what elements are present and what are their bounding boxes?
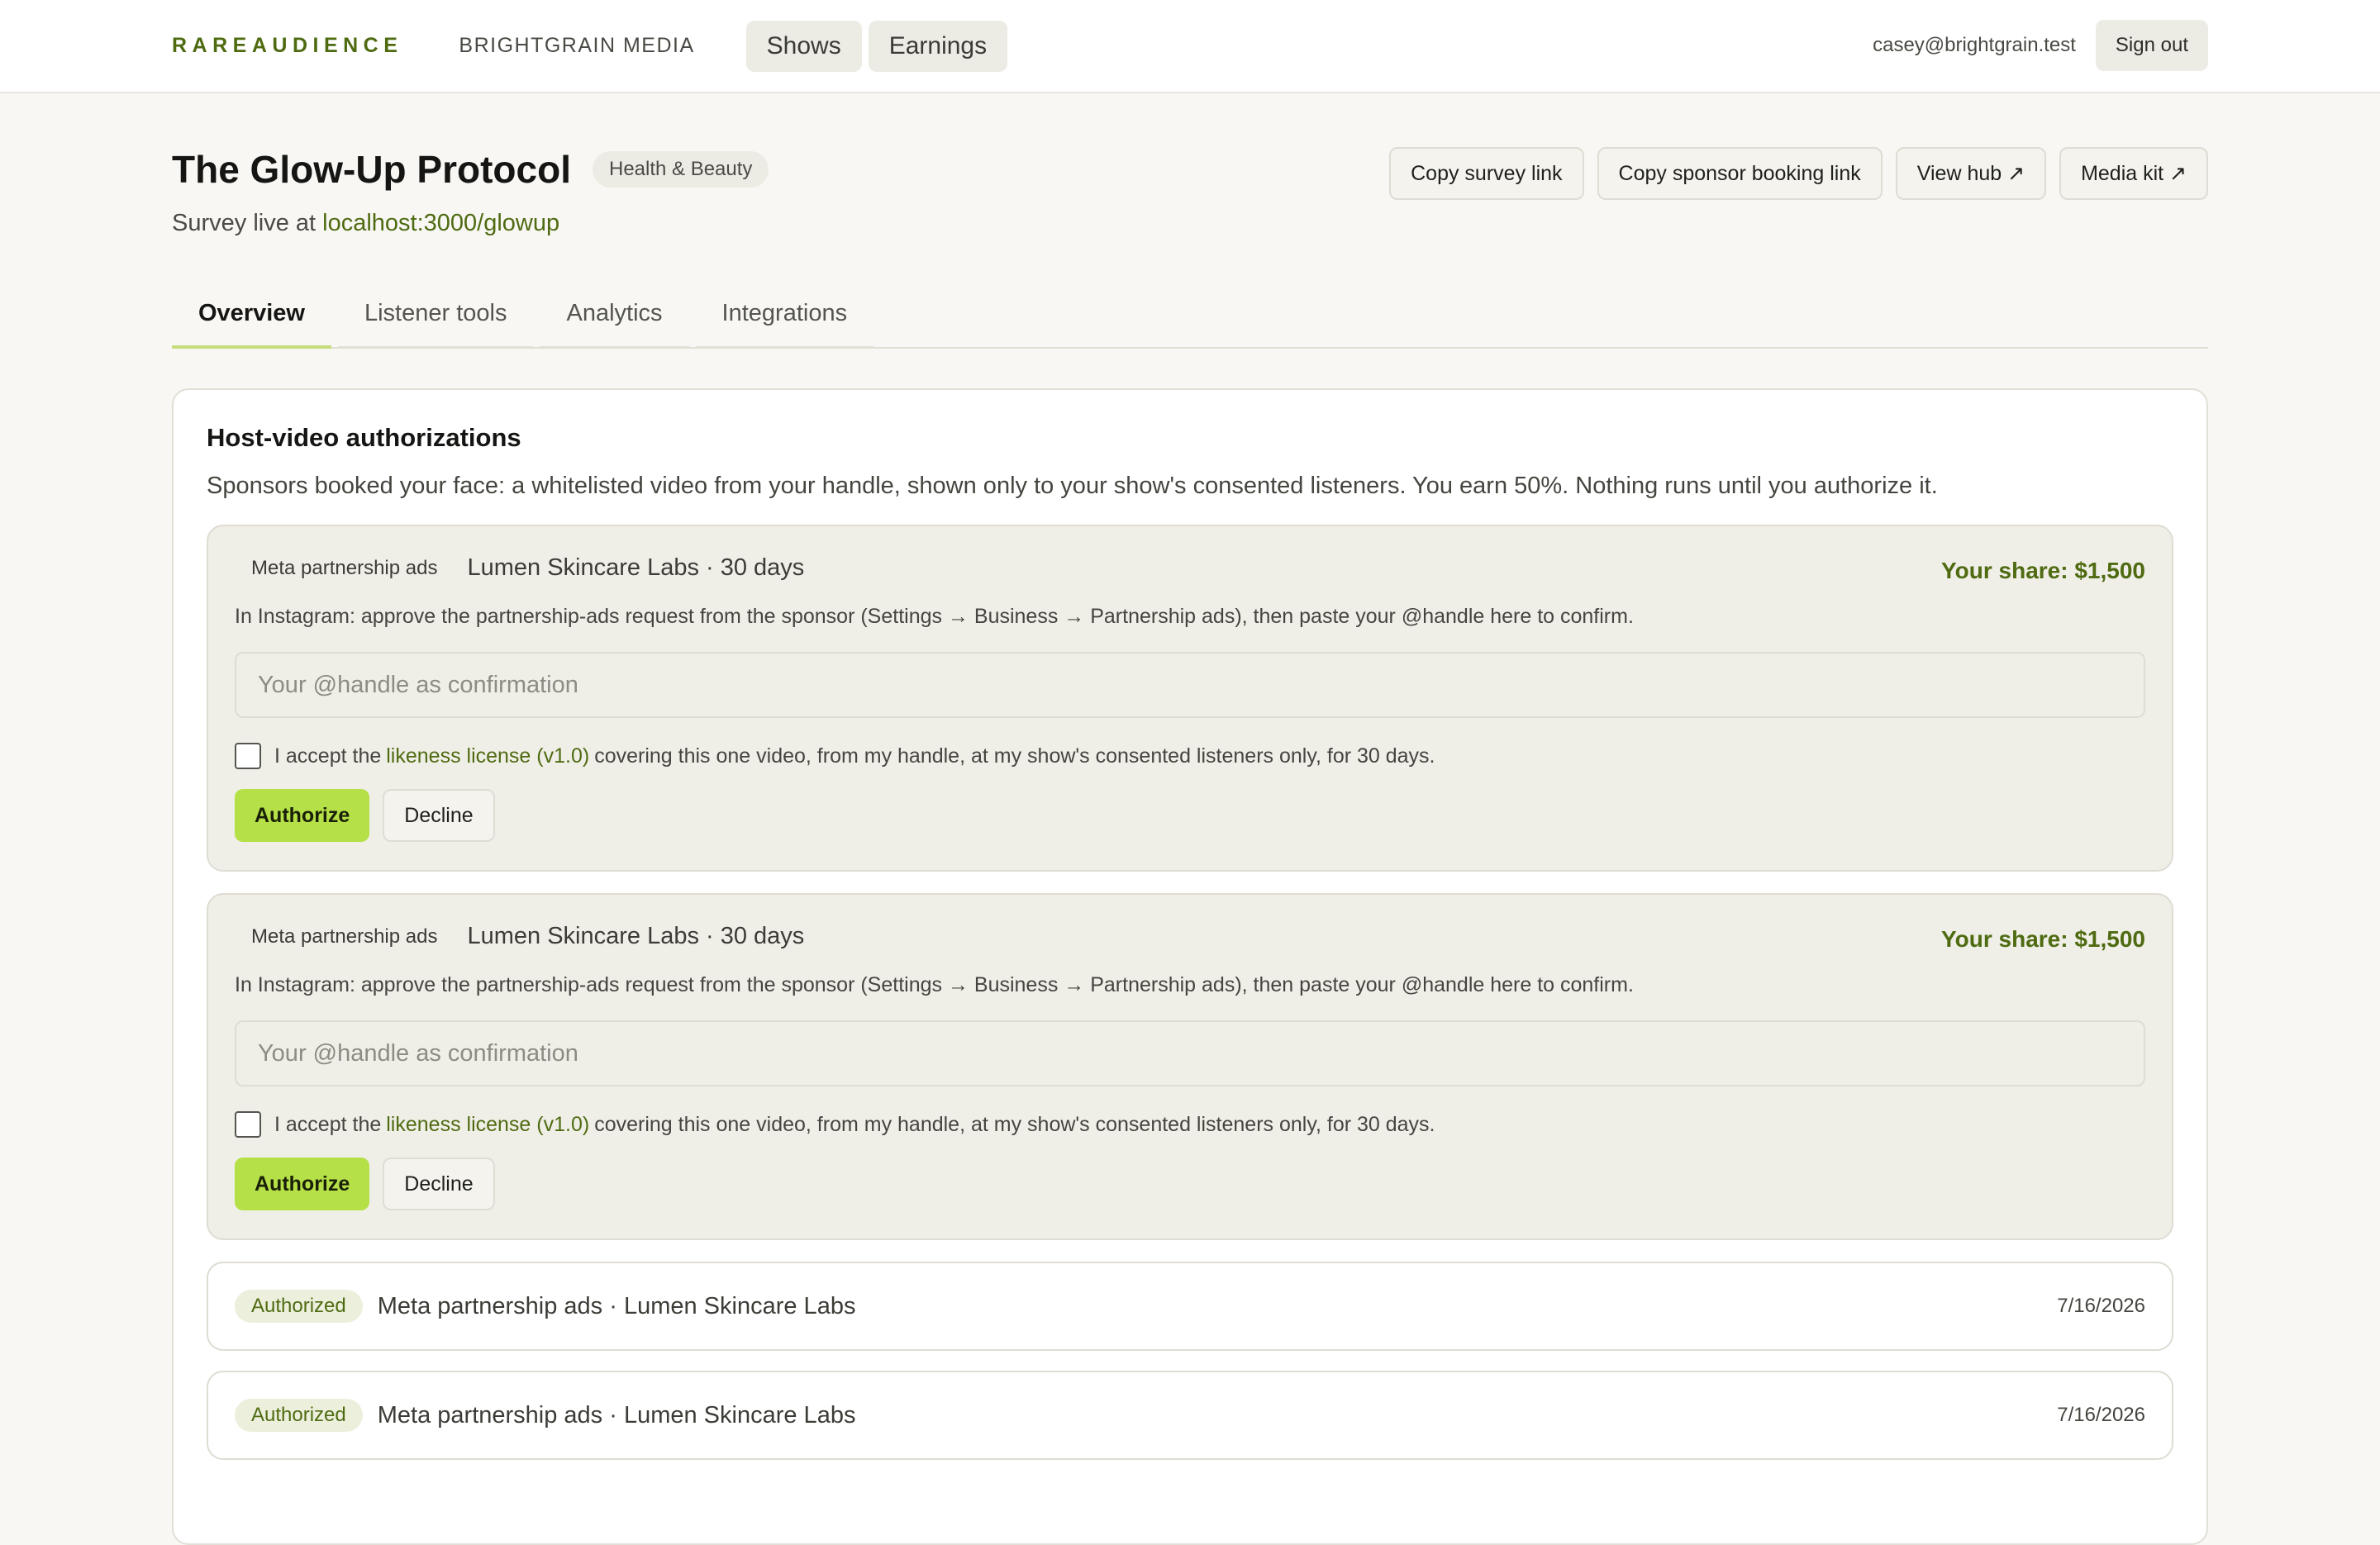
card-description: Sponsors booked your face: a whitelisted… xyxy=(207,473,1938,499)
license-suffix: covering this one video, from my handle,… xyxy=(594,744,1435,768)
likeness-license-link[interactable]: likeness license (v1.0) xyxy=(386,744,589,768)
page-title: The Glow-Up Protocol xyxy=(172,148,571,191)
completed-authorization: Authorized Meta partnership ads · Lumen … xyxy=(207,1371,2173,1460)
sponsor-label: Lumen Skincare Labs · 30 days xyxy=(467,923,805,949)
decline-button[interactable]: Decline xyxy=(383,789,495,842)
card-title: Host-video authorizations xyxy=(207,423,521,452)
pending-request: Meta partnership ads Lumen Skincare Labs… xyxy=(207,893,2173,1240)
view-hub-button[interactable]: View hub ↗ xyxy=(1895,147,2047,200)
your-share: Your share: $1,500 xyxy=(1941,558,2145,583)
sign-out-button[interactable]: Sign out xyxy=(2095,20,2208,71)
handle-confirmation-input[interactable] xyxy=(235,1020,2145,1086)
request-actions: Authorize Decline xyxy=(235,789,2145,842)
sponsor-label: Lumen Skincare Labs · 30 days xyxy=(467,554,805,581)
tab-bar: Overview Listener tools Analytics Integr… xyxy=(172,288,2208,349)
request-header: Meta partnership ads Lumen Skincare Labs… xyxy=(235,554,2145,582)
nav-account: casey@brightgrain.test Sign out xyxy=(1873,20,2208,71)
copy-sponsor-booking-link-button[interactable]: Copy sponsor booking link xyxy=(1597,147,1883,200)
license-suffix: covering this one video, from my handle,… xyxy=(594,1112,1435,1136)
decline-button[interactable]: Decline xyxy=(383,1158,495,1210)
authorization-summary: Meta partnership ads · Lumen Skincare La… xyxy=(377,1401,856,1429)
page-header: The Glow-Up Protocol Health & Beauty Sur… xyxy=(172,147,769,237)
authorization-date: 7/16/2026 xyxy=(2057,1404,2145,1426)
status-badge: Authorized xyxy=(235,1399,363,1432)
copy-survey-link-button[interactable]: Copy survey link xyxy=(1389,147,1584,200)
completed-authorization: Authorized Meta partnership ads · Lumen … xyxy=(207,1262,2173,1351)
request-header: Meta partnership ads Lumen Skincare Labs… xyxy=(235,923,2145,950)
category-badge: Health & Beauty xyxy=(592,151,769,188)
tab-integrations[interactable]: Integrations xyxy=(695,288,874,349)
title-row: The Glow-Up Protocol Health & Beauty xyxy=(172,147,769,192)
license-prefix: I accept the xyxy=(274,1112,382,1136)
tab-listener-tools[interactable]: Listener tools xyxy=(337,288,534,349)
survey-link[interactable]: localhost:3000/glowup xyxy=(322,210,559,236)
request-instructions: In Instagram: approve the partnership-ad… xyxy=(235,605,1634,628)
org-name: BRIGHTGRAIN MEDIA xyxy=(459,34,695,57)
handle-confirmation-input[interactable] xyxy=(235,652,2145,718)
your-share: Your share: $1,500 xyxy=(1941,926,2145,952)
tab-overview[interactable]: Overview xyxy=(172,288,331,349)
license-row: I accept the likeness license (v1.0) cov… xyxy=(235,743,2145,769)
request-instructions: In Instagram: approve the partnership-ad… xyxy=(235,973,1634,996)
header-actions: Copy survey link Copy sponsor booking li… xyxy=(1376,147,2208,200)
license-row: I accept the likeness license (v1.0) cov… xyxy=(235,1111,2145,1138)
pending-request: Meta partnership ads Lumen Skincare Labs… xyxy=(207,525,2173,872)
tab-analytics[interactable]: Analytics xyxy=(540,288,689,349)
nav-item-shows[interactable]: Shows xyxy=(745,20,862,72)
authorization-summary: Meta partnership ads · Lumen Skincare La… xyxy=(377,1292,856,1319)
license-prefix: I accept the xyxy=(274,744,382,768)
license-checkbox[interactable] xyxy=(235,743,261,769)
brand-logo[interactable]: RAREAUDIENCE xyxy=(172,34,402,58)
nav-item-earnings[interactable]: Earnings xyxy=(868,20,1008,72)
survey-line: Survey live at localhost:3000/glowup xyxy=(172,210,769,237)
authorization-date: 7/16/2026 xyxy=(2057,1295,2145,1317)
media-kit-button[interactable]: Media kit ↗ xyxy=(2059,147,2208,200)
authorize-button[interactable]: Authorize xyxy=(235,1158,370,1210)
host-video-authorizations-card: Host-video authorizations Sponsors booke… xyxy=(172,388,2208,1545)
platform-label: Meta partnership ads xyxy=(251,556,438,579)
user-email: casey@brightgrain.test xyxy=(1873,34,2076,56)
authorize-button[interactable]: Authorize xyxy=(235,789,370,842)
likeness-license-link[interactable]: likeness license (v1.0) xyxy=(386,1113,589,1137)
platform-label: Meta partnership ads xyxy=(251,925,438,948)
license-checkbox[interactable] xyxy=(235,1111,261,1138)
request-actions: Authorize Decline xyxy=(235,1158,2145,1210)
status-badge: Authorized xyxy=(235,1290,363,1323)
top-nav: RAREAUDIENCE BRIGHTGRAIN MEDIA Shows Ear… xyxy=(0,0,2380,93)
survey-prefix: Survey live at xyxy=(172,210,317,236)
